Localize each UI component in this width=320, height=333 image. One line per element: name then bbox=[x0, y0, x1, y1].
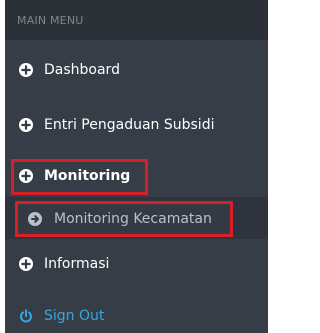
submenu-item-monitoring-kecamatan[interactable]: Monitoring Kecamatan bbox=[15, 201, 233, 237]
menu-item-label: Sign Out bbox=[44, 308, 105, 324]
menu-item-label: Monitoring bbox=[44, 168, 131, 184]
menu-item-entri-pengaduan-subsidi[interactable]: Entri Pengaduan Subsidi bbox=[5, 107, 268, 143]
plus-circle-icon bbox=[19, 257, 33, 271]
menu-item-monitoring[interactable]: Monitoring bbox=[5, 158, 268, 194]
plus-circle-icon bbox=[19, 169, 33, 183]
power-icon bbox=[19, 309, 33, 323]
submenu-item-label: Monitoring Kecamatan bbox=[54, 211, 212, 227]
plus-circle-icon bbox=[19, 118, 33, 132]
arrow-circle-right-icon bbox=[28, 212, 42, 226]
menu-item-label: Dashboard bbox=[44, 62, 120, 78]
menu-item-label: Entri Pengaduan Subsidi bbox=[44, 117, 215, 133]
menu-item-informasi[interactable]: Informasi bbox=[5, 246, 268, 282]
menu-item-label: Informasi bbox=[44, 256, 110, 272]
plus-circle-icon bbox=[19, 63, 33, 77]
sidebar: MAIN MENU Dashboard Entri Pengaduan Subs… bbox=[5, 0, 268, 333]
menu-item-sign-out[interactable]: Sign Out bbox=[5, 298, 268, 333]
main-menu-header: MAIN MENU bbox=[5, 0, 268, 40]
menu-item-dashboard[interactable]: Dashboard bbox=[5, 52, 268, 88]
